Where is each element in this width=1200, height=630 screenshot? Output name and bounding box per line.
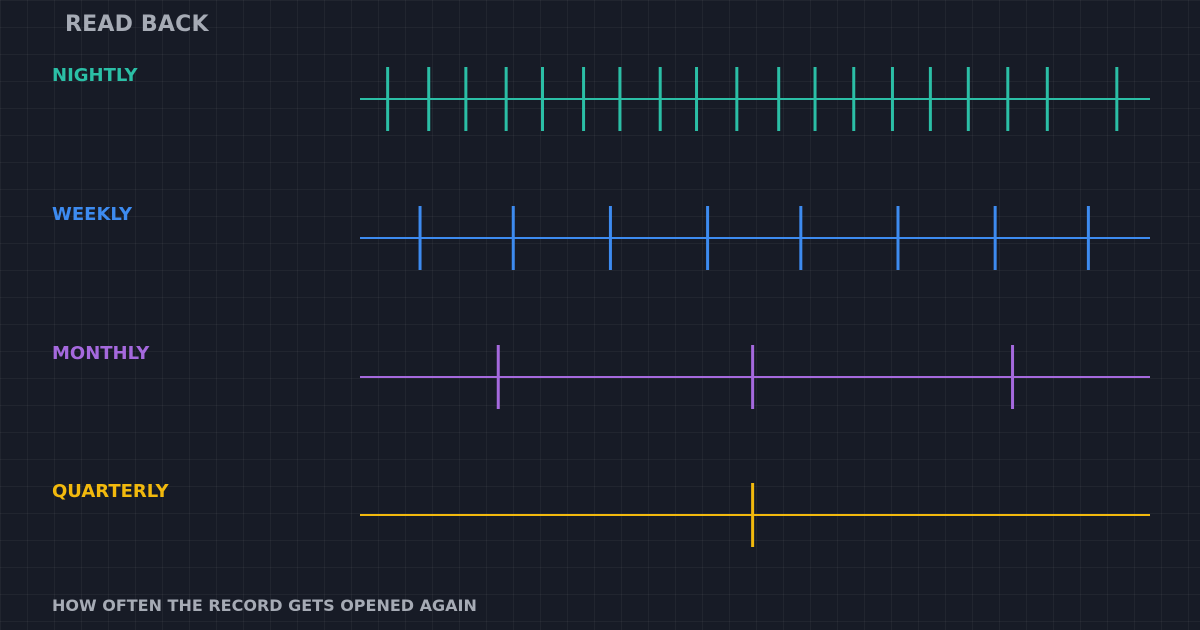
read-back-diagram: READ BACK NIGHTLYWEEKLYMONTHLYQUARTERLY … xyxy=(52,12,1150,615)
row-nightly: NIGHTLY xyxy=(52,65,1150,131)
diagram-caption: HOW OFTEN THE RECORD GETS OPENED AGAIN xyxy=(52,596,477,615)
row-label-monthly: MONTHLY xyxy=(52,343,150,364)
row-monthly: MONTHLY xyxy=(52,343,1150,409)
row-label-nightly: NIGHTLY xyxy=(52,65,139,86)
row-weekly: WEEKLY xyxy=(52,204,1150,270)
row-quarterly: QUARTERLY xyxy=(52,481,1150,547)
diagram-title: READ BACK xyxy=(65,12,209,37)
cadence-rows: NIGHTLY WEEKLY MONTHLY QUARTERLY xyxy=(52,65,1150,547)
row-label-weekly: WEEKLY xyxy=(52,204,133,225)
row-label-quarterly: QUARTERLY xyxy=(52,481,169,502)
